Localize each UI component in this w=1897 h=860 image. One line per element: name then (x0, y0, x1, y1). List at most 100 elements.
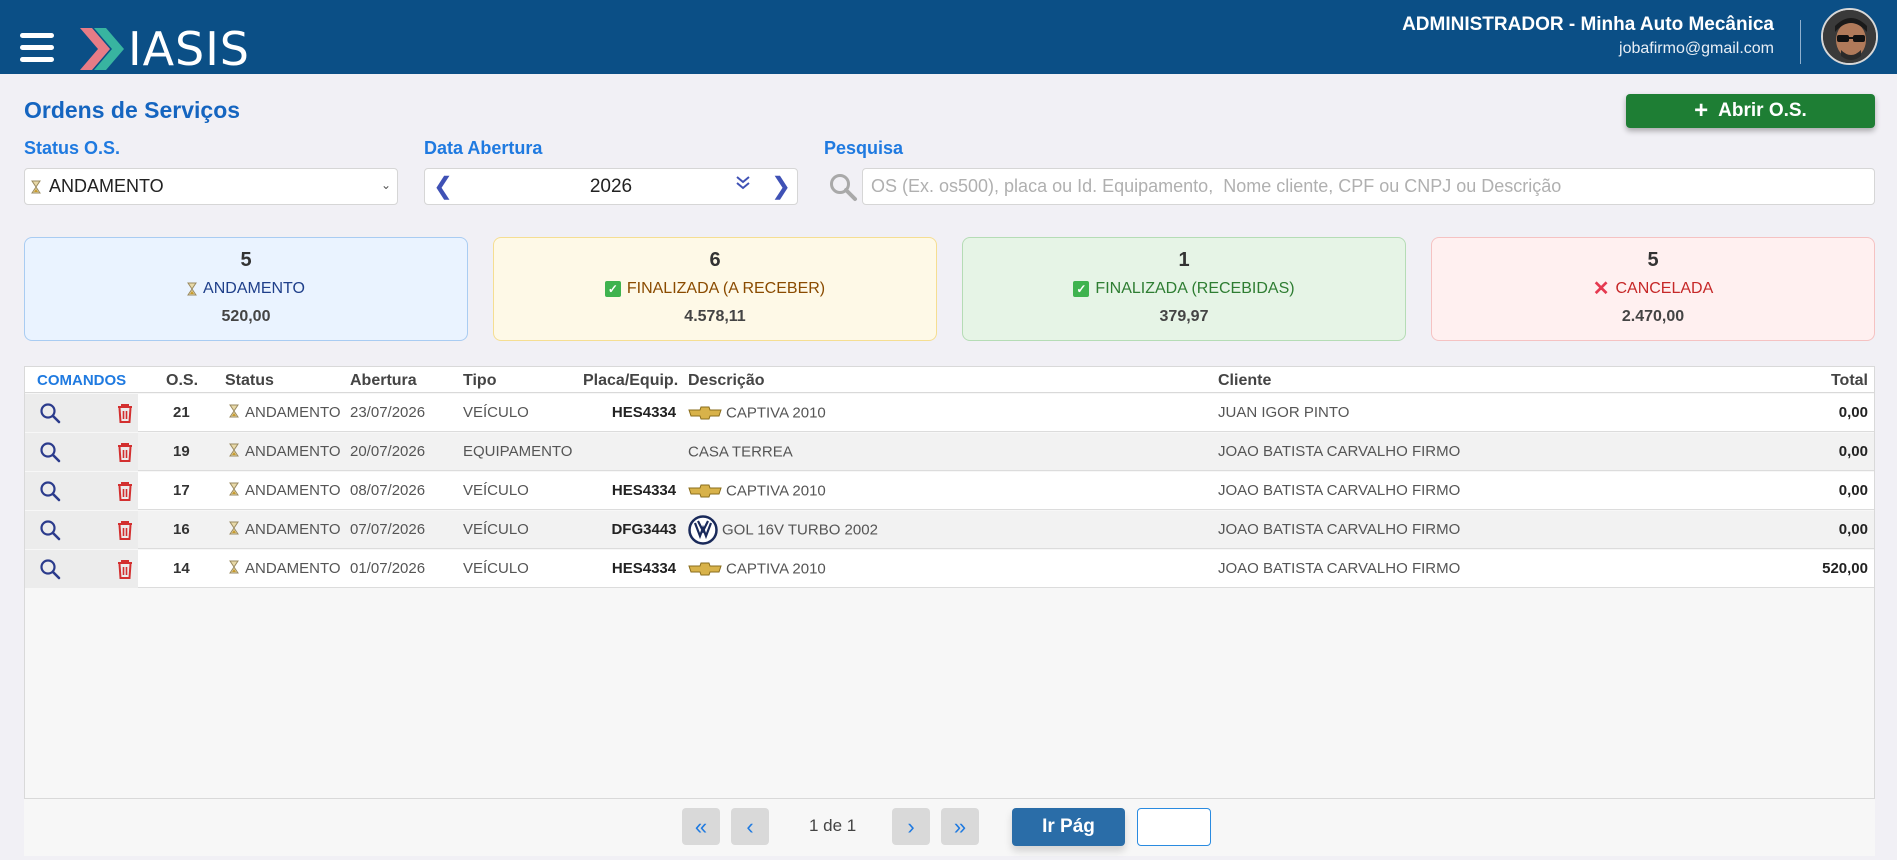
commands-cell (25, 394, 138, 432)
description-cell: GOL 16V TURBO 2002 (688, 515, 878, 545)
summary-card-finalizada-recebidas[interactable]: 1 ✓ FINALIZADA (RECEBIDAS) 379,97 (962, 237, 1406, 341)
trash-icon[interactable] (114, 480, 136, 502)
user-name: ADMINISTRADOR - Minha Auto Mecânica (1402, 14, 1774, 35)
hourglass-icon (229, 521, 239, 535)
header-opening[interactable]: Abertura (350, 372, 417, 390)
logo-chevron-icon (80, 28, 124, 70)
avatar[interactable] (1821, 8, 1878, 65)
os-number: 19 (173, 443, 190, 460)
double-chevron-down-icon[interactable] (735, 175, 751, 191)
search-input[interactable] (862, 168, 1875, 205)
header-plate[interactable]: Placa/Equip. (583, 372, 678, 390)
first-page-button[interactable]: « (682, 808, 720, 845)
total-cell: 0,00 (1838, 521, 1868, 538)
open-os-label: Abrir O.S. (1718, 100, 1807, 121)
total-cell: 520,00 (1822, 560, 1868, 577)
status-text: ANDAMENTO (245, 404, 341, 421)
header-description[interactable]: Descrição (688, 372, 765, 390)
status-select-value: ANDAMENTO (49, 176, 164, 196)
user-info: ADMINISTRADOR - Minha Auto Mecânica joba… (1402, 13, 1774, 61)
hourglass-icon (229, 482, 239, 496)
header-commands: COMANDOS (37, 372, 127, 389)
card-label: CANCELADA (1615, 280, 1714, 297)
pagination: « ‹ 1 de 1 › » Ir Pág (24, 798, 1875, 856)
check-icon: ✓ (604, 281, 621, 297)
status-cell: ANDAMENTO (229, 482, 341, 499)
orders-table: COMANDOS O.S. Status Abertura Tipo Placa… (24, 366, 1875, 856)
table-row[interactable]: 19 ANDAMENTO 20/07/2026 EQUIPAMENTO CASA TER… (25, 433, 1874, 471)
type-cell: VEÍCULO (463, 521, 529, 538)
description-cell: CASA TERREA (688, 443, 793, 461)
status-select[interactable]: ANDAMENTO ⌄ (24, 168, 398, 205)
page-number-input[interactable] (1137, 808, 1211, 846)
description-cell: CAPTIVA 2010 (688, 404, 826, 422)
view-icon[interactable] (39, 519, 61, 541)
summary-card-andamento[interactable]: 5 ANDAMENTO 520,00 (24, 237, 468, 341)
trash-icon[interactable] (114, 519, 136, 541)
client-cell: JUAN IGOR PINTO (1218, 404, 1350, 421)
table-row[interactable]: 16 ANDAMENTO 07/07/2026 VEÍCULO DFG3443 GOL 1… (25, 511, 1874, 549)
description-text: CAPTIVA 2010 (726, 404, 826, 422)
open-os-button[interactable]: + Abrir O.S. (1626, 94, 1875, 128)
check-icon: ✓ (1073, 281, 1090, 297)
description-text: CAPTIVA 2010 (726, 482, 826, 500)
card-amount: 379,97 (1159, 308, 1209, 325)
type-cell: VEÍCULO (463, 482, 529, 499)
status-cell: ANDAMENTO (229, 560, 341, 577)
header-type[interactable]: Tipo (463, 372, 496, 390)
header-status[interactable]: Status (225, 372, 274, 390)
table-row[interactable]: 21 ANDAMENTO 23/07/2026 VEÍCULO HES4334 CAPTI… (25, 394, 1874, 432)
table-row[interactable]: 17 ANDAMENTO 08/07/2026 VEÍCULO HES4334 CAPTI… (25, 472, 1874, 510)
commands-cell (25, 472, 138, 510)
date-filter: ❮ 2026 ❯ (424, 168, 798, 205)
hourglass-icon (229, 404, 239, 418)
view-icon[interactable] (39, 558, 61, 580)
user-email: jobafirmo@gmail.com (1619, 40, 1774, 57)
card-label: ANDAMENTO (203, 280, 305, 297)
volkswagen-logo-icon (688, 515, 718, 545)
header-os[interactable]: O.S. (166, 372, 198, 390)
commands-cell (25, 550, 138, 588)
description-text: CASA TERREA (688, 443, 793, 461)
card-amount: 520,00 (221, 308, 271, 325)
last-page-button[interactable]: » (941, 808, 979, 845)
status-cell: ANDAMENTO (229, 404, 341, 421)
next-page-button[interactable]: › (892, 808, 930, 845)
client-cell: JOAO BATISTA CARVALHO FIRMO (1218, 443, 1461, 460)
search-bar (824, 168, 1875, 205)
view-icon[interactable] (39, 441, 61, 463)
search-icon[interactable] (828, 172, 858, 202)
hamburger-menu-icon[interactable] (20, 33, 54, 63)
view-icon[interactable] (39, 480, 61, 502)
header-divider (1800, 20, 1801, 64)
summary-card-finalizada-a-receber[interactable]: 6 ✓ FINALIZADA (A RECEBER) 4.578,11 (493, 237, 937, 341)
hourglass-icon (229, 560, 239, 574)
opening-date: 23/07/2026 (350, 404, 426, 421)
status-text: ANDAMENTO (245, 521, 341, 538)
os-number: 17 (173, 482, 190, 499)
go-to-page-button[interactable]: Ir Pág (1012, 808, 1125, 846)
card-label: FINALIZADA (A RECEBER) (626, 280, 826, 297)
status-text: ANDAMENTO (245, 560, 341, 577)
trash-icon[interactable] (114, 441, 136, 463)
plate-cell: HES4334 (611, 404, 677, 421)
hourglass-icon (31, 180, 41, 193)
client-cell: JOAO BATISTA CARVALHO FIRMO (1218, 560, 1461, 577)
summary-card-cancelada[interactable]: 5 ✕ CANCELADA 2.470,00 (1431, 237, 1875, 341)
description-cell: CAPTIVA 2010 (688, 560, 826, 578)
top-bar: IASIS ADMINISTRADOR - Minha Auto Mecânic… (0, 0, 1897, 74)
table-row[interactable]: 14 ANDAMENTO 01/07/2026 VEÍCULO HES4334 CAPTI… (25, 550, 1874, 588)
page-info: 1 de 1 (809, 816, 857, 835)
header-total[interactable]: Total (1831, 372, 1868, 390)
header-client[interactable]: Cliente (1218, 372, 1271, 390)
search-label: Pesquisa (824, 138, 904, 158)
trash-icon[interactable] (114, 558, 136, 580)
previous-page-button[interactable]: ‹ (731, 808, 769, 845)
app-logo[interactable]: IASIS (80, 25, 250, 73)
card-count: 6 (709, 249, 721, 271)
next-year-button[interactable]: ❯ (771, 174, 791, 200)
status-cell: ANDAMENTO (229, 443, 341, 460)
trash-icon[interactable] (114, 402, 136, 424)
total-cell: 0,00 (1838, 443, 1868, 460)
view-icon[interactable] (39, 402, 61, 424)
